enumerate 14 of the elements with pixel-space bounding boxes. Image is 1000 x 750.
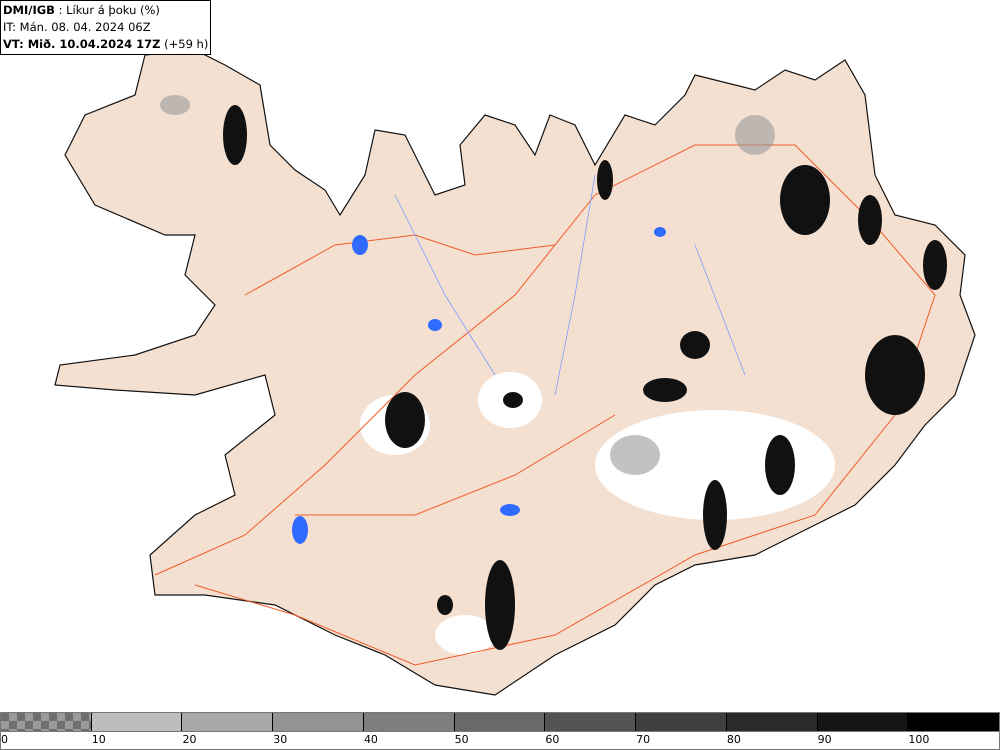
issue-time: IT: Mán. 08. 04. 2024 06Z (3, 19, 152, 36)
legend-label: 30 (273, 733, 288, 746)
legend-label: 40 (364, 733, 378, 746)
valid-time: VT: Mið. 10.04.2024 17Z (+59 h) (3, 36, 208, 53)
legend-label: 0 (1, 733, 8, 746)
legend-label: 10 (92, 733, 106, 746)
legend-label: 60 (545, 733, 560, 746)
legend-label: 20 (182, 733, 196, 746)
legend-label: 90 (818, 733, 832, 746)
legend-label: 70 (636, 733, 650, 746)
legend-label: 80 (726, 733, 741, 746)
legend-label: 50 (454, 733, 469, 746)
legend-label: 100 (908, 733, 930, 746)
map-title: DMI/IGB : Líkur á þoku (%) (3, 2, 161, 19)
